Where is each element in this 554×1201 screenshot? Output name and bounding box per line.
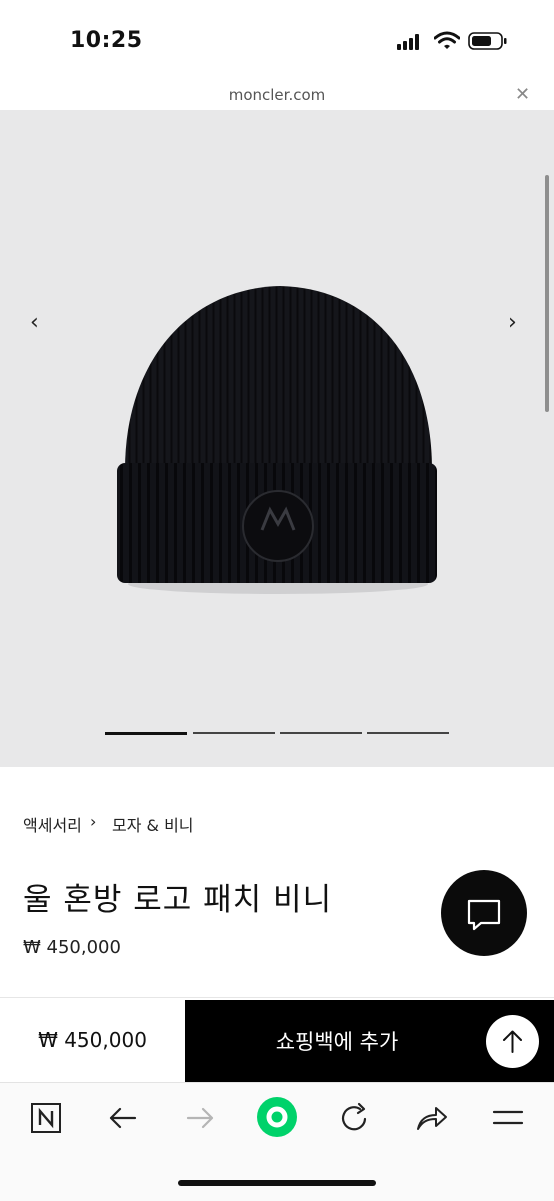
sticky-price: ₩ 450,000 [38,1028,147,1052]
pagination-dot-1[interactable] [105,732,187,735]
pagination-dot-2[interactable] [193,732,275,734]
scroll-to-top-button[interactable] [486,1015,539,1068]
breadcrumb-category[interactable]: 액세서리 [23,812,82,836]
add-to-bag-label: 쇼핑백에 추가 [275,1030,399,1054]
scrollbar[interactable] [545,175,549,412]
beanie-image [117,286,437,594]
menu-icon[interactable] [488,1098,528,1138]
wifi-icon [433,31,461,51]
divider [0,997,554,998]
pagination-dot-4[interactable] [367,732,449,734]
breadcrumb-separator-icon: › [90,812,97,831]
cellular-signal-icon [397,34,421,50]
home-indicator [178,1180,376,1186]
pagination-dot-3[interactable] [280,732,362,734]
battery-icon [468,32,508,50]
forward-arrow-icon[interactable] [180,1098,220,1138]
gallery-pagination [0,732,554,735]
product-image-gallery[interactable] [0,110,554,767]
product-price: ₩ 450,000 [23,937,121,958]
reload-icon[interactable] [334,1098,374,1138]
chat-button[interactable] [441,870,527,956]
close-icon[interactable]: ✕ [515,84,530,105]
back-arrow-icon[interactable] [103,1098,143,1138]
arrow-up-icon [503,1030,522,1053]
breadcrumb-subcategory[interactable]: 모자 & 비니 [112,812,194,836]
url-domain[interactable]: moncler.com [0,86,554,104]
share-icon[interactable] [411,1098,451,1138]
naver-home-icon[interactable] [26,1098,66,1138]
chat-icon [467,899,501,931]
status-time: 10:25 [70,28,143,53]
next-image-arrow-icon[interactable]: › [508,310,517,335]
product-title: 울 혼방 로고 패치 비니 [23,882,333,918]
previous-image-arrow-icon[interactable]: ‹ [30,310,39,335]
green-dot-home-icon[interactable] [256,1096,298,1138]
